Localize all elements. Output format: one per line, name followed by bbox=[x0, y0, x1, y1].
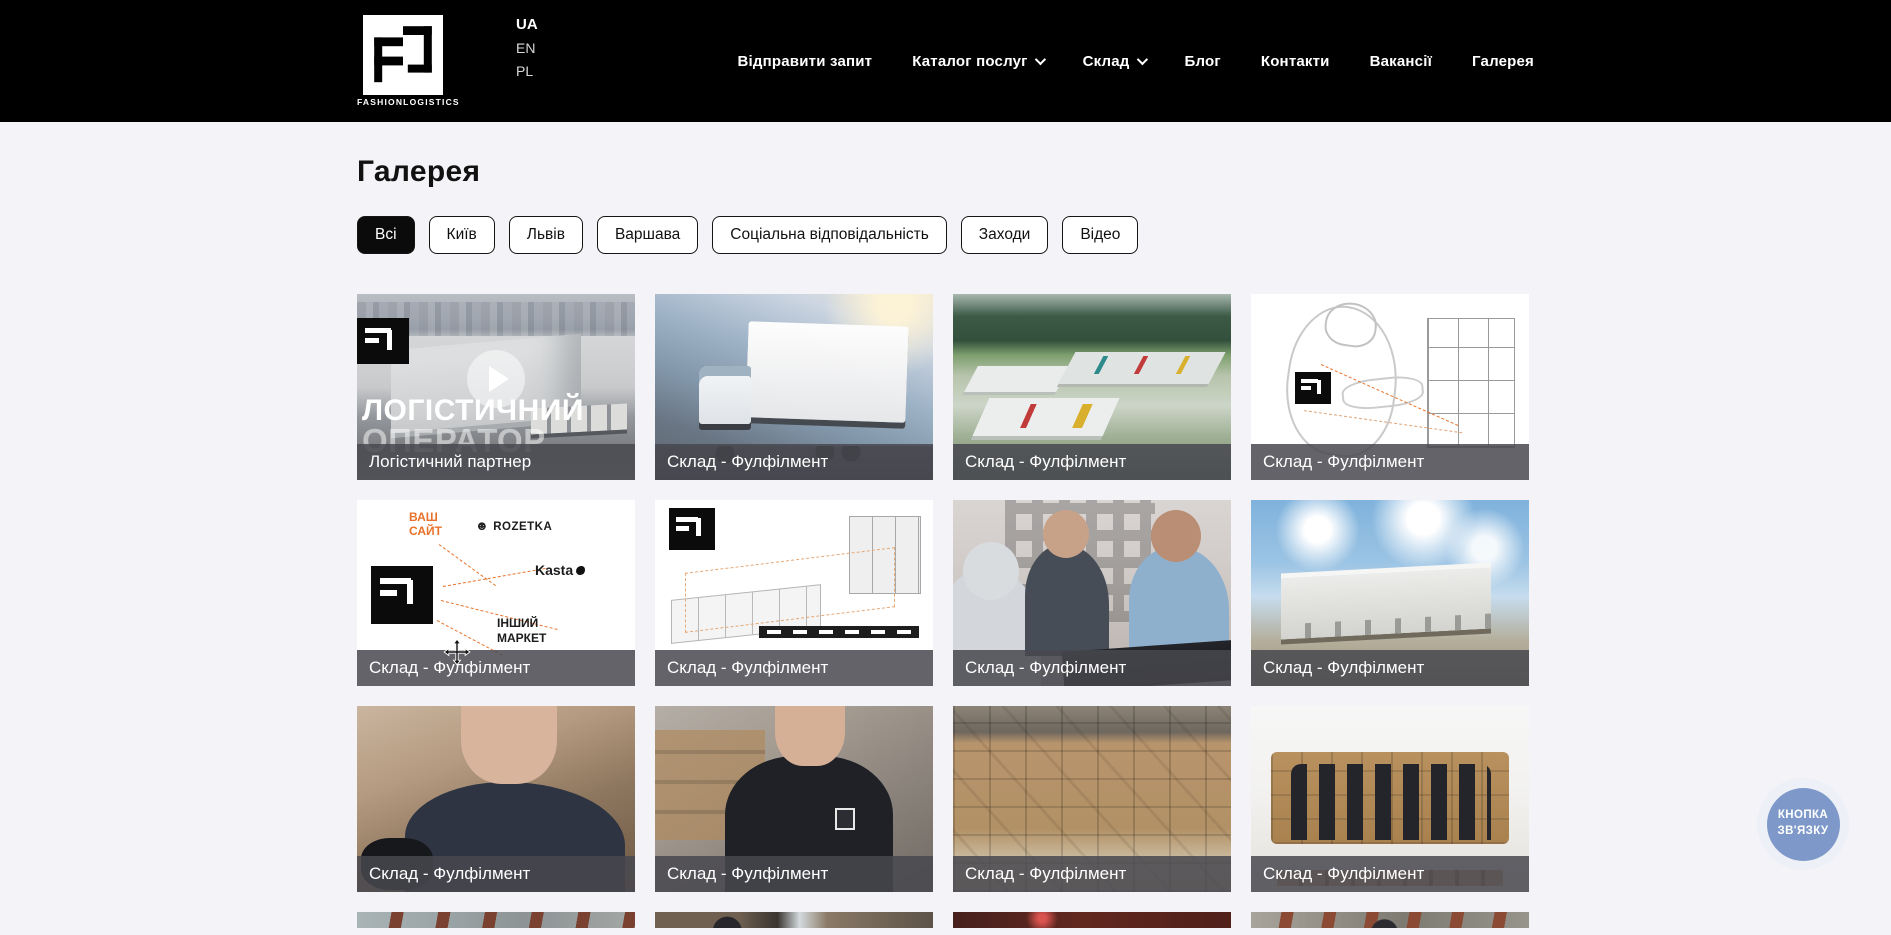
brand-name: FASHIONLOGISTICS bbox=[357, 97, 449, 107]
gallery-item-image bbox=[655, 912, 933, 928]
gallery-item-caption: Склад - Фулфілмент bbox=[1251, 444, 1529, 480]
nav-item[interactable]: Блог bbox=[1185, 53, 1221, 70]
play-icon[interactable] bbox=[467, 350, 525, 408]
gallery-item-9[interactable]: Склад - Фулфілмент bbox=[357, 706, 635, 892]
gallery-item-8[interactable]: Склад - Фулфілмент bbox=[1251, 500, 1529, 686]
nav-item[interactable]: Галерея bbox=[1472, 53, 1534, 70]
nav-item[interactable]: Відправити запит bbox=[738, 53, 873, 70]
page-title: Галерея bbox=[357, 155, 1529, 189]
gallery-item-image bbox=[953, 912, 1231, 928]
gallery-item-10[interactable]: Склад - Фулфілмент bbox=[655, 706, 933, 892]
contact-fab-line2: ЗВ'ЯЗКУ bbox=[1778, 824, 1829, 840]
move-cursor-icon bbox=[443, 638, 471, 666]
fashionlogistics-logo-icon bbox=[669, 508, 715, 550]
diagram-label: ROZETKA bbox=[475, 518, 552, 533]
language-option-pl[interactable]: PL bbox=[516, 63, 538, 79]
chevron-down-icon bbox=[1136, 54, 1147, 65]
gallery-page: { "brand": { "name": "FASHIONLOGISTICS" … bbox=[0, 0, 1891, 935]
site-header: FASHIONLOGISTICS UA EN PL Відправити запит… bbox=[0, 0, 1891, 122]
gallery-item-caption: Склад - Фулфілмент bbox=[655, 650, 933, 686]
gallery-item-7[interactable]: Склад - Фулфілмент bbox=[953, 500, 1231, 686]
gallery-item-caption: Склад - Фулфілмент bbox=[953, 650, 1231, 686]
chevron-down-icon bbox=[1034, 54, 1045, 65]
gallery-item-3[interactable]: Склад - Фулфілмент bbox=[953, 294, 1231, 480]
diagram-label: ВАШ САЙТ bbox=[409, 510, 465, 539]
gallery-item-image bbox=[1251, 912, 1529, 928]
gallery-item-caption: Склад - Фулфілмент bbox=[357, 650, 635, 686]
gallery-item-caption: Склад - Фулфілмент bbox=[953, 444, 1231, 480]
gallery-item-2[interactable]: Склад - Фулфілмент bbox=[655, 294, 933, 480]
gallery-item-image bbox=[357, 912, 635, 928]
gallery-item-11[interactable]: Склад - Фулфілмент bbox=[953, 706, 1231, 892]
gallery-item-partial[interactable] bbox=[1251, 912, 1529, 928]
contact-fab-button[interactable]: КНОПКА ЗВ'ЯЗКУ bbox=[1767, 788, 1840, 861]
gallery-item-1[interactable]: ЛОГІСТИЧНИЙОПЕРАТОР Логістичний партнер bbox=[357, 294, 635, 480]
gallery-item-caption: Логістичний партнер bbox=[357, 444, 635, 480]
gallery-item-partial[interactable] bbox=[357, 912, 635, 928]
gallery-grid: ЛОГІСТИЧНИЙОПЕРАТОР Логістичний партнер … bbox=[357, 294, 1529, 928]
gallery-item-12[interactable]: Склад - Фулфілмент bbox=[1251, 706, 1529, 892]
gallery-item-caption: Склад - Фулфілмент bbox=[1251, 856, 1529, 892]
gallery-item-partial[interactable] bbox=[655, 912, 933, 928]
gallery-item-4[interactable]: Склад - Фулфілмент bbox=[1251, 294, 1529, 480]
fashionlogistics-logo-icon bbox=[358, 15, 448, 95]
gallery-item-5[interactable]: ВАШ САЙТ ROZETKA Kasta ІНШИЙ МАРКЕТ Склад -… bbox=[357, 500, 635, 686]
filter-button[interactable]: Відео bbox=[1062, 216, 1138, 254]
filter-button[interactable]: Всі bbox=[357, 216, 415, 254]
contact-fab-line1: КНОПКА bbox=[1778, 808, 1828, 824]
filter-button[interactable]: Соціальна відповідальність bbox=[712, 216, 947, 254]
fashionlogistics-logo-icon bbox=[371, 566, 433, 624]
language-switcher: UA EN PL bbox=[516, 16, 538, 79]
gallery-item-partial[interactable] bbox=[953, 912, 1231, 928]
main-content: Галерея Всі Київ Львів Варшава Соціальна від… bbox=[357, 122, 1529, 928]
gallery-item-caption: Склад - Фулфілмент bbox=[953, 856, 1231, 892]
filter-button[interactable]: Львів bbox=[509, 216, 583, 254]
nav-item[interactable]: Склад bbox=[1083, 53, 1145, 70]
fashionlogistics-logo-icon bbox=[357, 318, 409, 364]
nav-item[interactable]: Каталог послуг bbox=[912, 53, 1042, 70]
nav-item[interactable]: Вакансії bbox=[1370, 53, 1432, 70]
language-option-en[interactable]: EN bbox=[516, 40, 538, 56]
contact-fab-halo: КНОПКА ЗВ'ЯЗКУ bbox=[1757, 778, 1849, 870]
diagram-label: ІНШИЙ МАРКЕТ bbox=[497, 616, 567, 646]
gallery-item-6[interactable]: Склад - Фулфілмент bbox=[655, 500, 933, 686]
gallery-filters: Всі Київ Львів Варшава Соціальна відповідаль… bbox=[357, 216, 1529, 254]
filter-button[interactable]: Київ bbox=[429, 216, 495, 254]
gallery-item-caption: Склад - Фулфілмент bbox=[1251, 650, 1529, 686]
filter-button[interactable]: Варшава bbox=[597, 216, 698, 254]
main-nav: Відправити запит Каталог послуг Склад Бл… bbox=[738, 0, 1534, 122]
language-option-ua[interactable]: UA bbox=[516, 16, 538, 33]
fashionlogistics-logo-icon bbox=[1295, 372, 1331, 404]
filter-button[interactable]: Заходи bbox=[961, 216, 1049, 254]
brand-logo[interactable]: FASHIONLOGISTICS bbox=[357, 15, 449, 107]
nav-item[interactable]: Контакти bbox=[1261, 53, 1330, 70]
gallery-item-caption: Склад - Фулфілмент bbox=[655, 444, 933, 480]
diagram-label: Kasta bbox=[535, 562, 585, 578]
gallery-item-caption: Склад - Фулфілмент bbox=[655, 856, 933, 892]
gallery-item-caption: Склад - Фулфілмент bbox=[357, 856, 635, 892]
